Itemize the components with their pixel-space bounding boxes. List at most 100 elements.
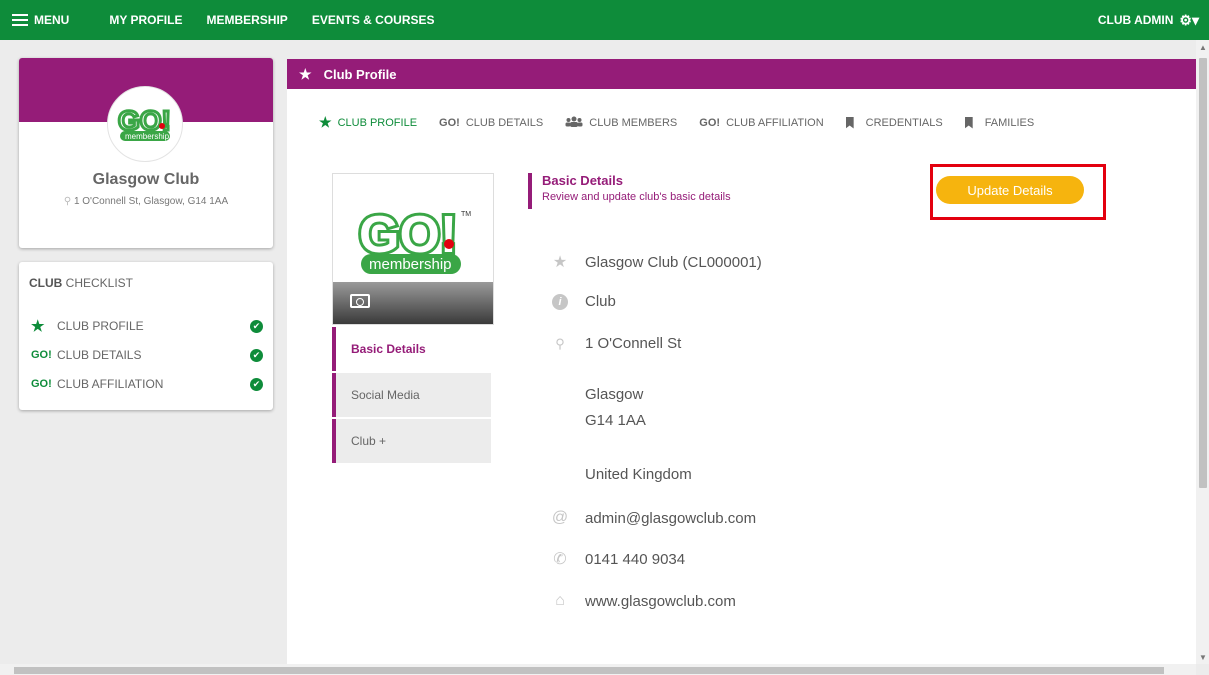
- club-logo-upload[interactable]: GO! GO! membership TM: [332, 173, 494, 325]
- detail-value: Club: [585, 293, 616, 310]
- tab-label: CREDENTIALS: [865, 116, 943, 129]
- go-membership-logo-icon: GO! membership: [117, 104, 172, 141]
- go-icon: GO!: [31, 378, 52, 390]
- checklist-title: CLUB CHECKLIST: [29, 276, 133, 290]
- checklist-item-label: CLUB DETAILS: [57, 348, 142, 362]
- update-details-button[interactable]: Update Details: [936, 176, 1084, 204]
- menu-label: MENU: [34, 13, 70, 27]
- top-nav-bar: MENU MY PROFILE MEMBERSHIP EVENTS & COUR…: [0, 0, 1209, 40]
- tab-label: CLUB DETAILS: [465, 116, 544, 129]
- detail-phone: ✆ 0141 440 9034: [535, 549, 685, 569]
- checklist-item-club-details[interactable]: GO! CLUB DETAILS ✔: [31, 345, 263, 365]
- checklist-item-label: CLUB AFFILIATION: [57, 377, 164, 391]
- star-icon: ★: [299, 65, 312, 82]
- club-address: ⚲ 1 O'Connell St, Glasgow, G14 1AA: [19, 196, 273, 207]
- bookmark-icon: [964, 116, 973, 129]
- go-icon: GO!: [31, 349, 52, 361]
- people-icon: [565, 116, 583, 130]
- location-pin-icon: ⚲: [555, 335, 565, 351]
- detail-value: Glasgow: [585, 386, 644, 403]
- star-icon: ★: [319, 114, 332, 130]
- detail-country: United Kingdom: [535, 466, 692, 483]
- check-circle-icon: ✔: [250, 377, 263, 391]
- svg-text:TM: TM: [461, 211, 471, 218]
- detail-value: 0141 440 9034: [585, 550, 686, 568]
- section-title: Basic Details: [542, 173, 623, 188]
- checklist-title-rest: CHECKLIST: [62, 276, 134, 290]
- club-checklist-card: CLUB CHECKLIST ★ CLUB PROFILE ✔ GO! CLUB…: [19, 262, 273, 410]
- tab-club-affiliation[interactable]: GO! CLUB AFFILIATION: [699, 117, 823, 129]
- detail-email: @ admin@glasgowclub.com: [535, 509, 756, 527]
- go-icon: GO!: [699, 116, 721, 129]
- hamburger-icon: [12, 14, 28, 26]
- tab-credentials[interactable]: CREDENTIALS: [845, 116, 943, 129]
- detail-value: 1 O'Connell St: [585, 335, 682, 352]
- detail-street: ⚲ 1 O'Connell St: [535, 335, 681, 352]
- location-pin-icon: ⚲: [63, 196, 72, 207]
- at-sign-icon: @: [551, 509, 569, 526]
- tab-club-details[interactable]: GO! CLUB DETAILS: [439, 117, 543, 129]
- detail-value: G14 1AA: [585, 412, 646, 429]
- club-profile-card: GO! membership Glasgow Club ⚲ 1 O'Connel…: [19, 58, 273, 248]
- checklist-item-club-affiliation[interactable]: GO! CLUB AFFILIATION ✔: [31, 374, 263, 394]
- main-panel: ★ Club Profile ★ CLUB PROFILE GO! CLUB D…: [287, 59, 1196, 675]
- checklist-title-bold: CLUB: [29, 276, 63, 290]
- profile-tabs: ★ CLUB PROFILE GO! CLUB DETAILS CLUB MEM…: [319, 114, 1056, 131]
- tab-club-members[interactable]: CLUB MEMBERS: [565, 116, 677, 130]
- vertical-scrollbar[interactable]: ▲ ▼: [1196, 40, 1209, 664]
- club-address-text: 1 O'Connell St, Glasgow, G14 1AA: [73, 196, 229, 207]
- detail-website: ⌂ www.glasgowclub.com: [535, 592, 736, 610]
- phone-icon: ✆: [553, 551, 567, 568]
- tab-club-profile[interactable]: ★ CLUB PROFILE: [319, 114, 417, 131]
- horizontal-scrollbar[interactable]: [0, 664, 1196, 675]
- tab-label: CLUB PROFILE: [337, 116, 418, 129]
- checklist-item-club-profile[interactable]: ★ CLUB PROFILE ✔: [31, 316, 263, 336]
- camera-icon[interactable]: [350, 294, 370, 308]
- tab-label: CLUB AFFILIATION: [726, 116, 824, 129]
- club-logo-small: GO! membership: [107, 86, 183, 162]
- go-membership-logo-icon: GO! GO! membership TM: [356, 206, 471, 274]
- gear-dropdown-icon: ⚙▾: [1179, 11, 1199, 28]
- horizontal-scroll-thumb[interactable]: [14, 667, 1164, 674]
- star-icon: ★: [552, 254, 568, 271]
- vertical-scroll-thumb[interactable]: [1199, 58, 1207, 488]
- club-admin-label: CLUB ADMIN: [1097, 13, 1174, 27]
- side-tab-basic-details[interactable]: Basic Details: [332, 327, 491, 371]
- club-name: Glasgow Club: [92, 171, 200, 188]
- detail-value: www.glasgowclub.com: [585, 592, 736, 610]
- nav-my-profile[interactable]: MY PROFILE: [109, 13, 182, 27]
- go-icon: GO!: [439, 116, 460, 129]
- checklist-item-label: CLUB PROFILE: [57, 319, 144, 333]
- bookmark-icon: [845, 116, 854, 129]
- scroll-down-icon[interactable]: ▼: [1199, 653, 1207, 662]
- detail-value: United Kingdom: [585, 466, 692, 483]
- detail-value: admin@glasgowclub.com: [585, 509, 757, 527]
- scroll-up-icon[interactable]: ▲: [1199, 43, 1207, 52]
- panel-header-title: Club Profile: [323, 66, 397, 82]
- check-circle-icon: ✔: [250, 319, 263, 333]
- check-circle-icon: ✔: [250, 348, 263, 362]
- detail-value: Glasgow Club (CL000001): [585, 253, 762, 271]
- panel-header: ★ Club Profile: [287, 59, 1196, 89]
- detail-club-type: i Club: [535, 293, 616, 310]
- nav-events-courses[interactable]: EVENTS & COURSES: [312, 13, 435, 27]
- section-subtitle: Review and update club's basic details: [542, 191, 731, 203]
- detail-club-name: ★ Glasgow Club (CL000001): [535, 252, 762, 272]
- tab-families[interactable]: FAMILIES: [964, 116, 1035, 129]
- side-tab-club-plus[interactable]: Club +: [332, 419, 491, 463]
- details-side-tabs: Basic Details Social Media Club +: [332, 327, 491, 465]
- svg-text:membership: membership: [369, 256, 452, 273]
- detail-postcode: G14 1AA: [535, 412, 646, 429]
- star-icon: ★: [31, 318, 45, 335]
- tab-label: CLUB MEMBERS: [589, 116, 678, 129]
- nav-membership[interactable]: MEMBERSHIP: [206, 13, 287, 27]
- basic-details-heading: Basic Details Review and update club's b…: [528, 173, 731, 209]
- menu-button[interactable]: MENU: [12, 13, 69, 27]
- svg-text:membership: membership: [125, 132, 170, 141]
- side-tab-social-media[interactable]: Social Media: [332, 373, 491, 417]
- detail-city: Glasgow: [535, 386, 643, 403]
- club-admin-menu[interactable]: CLUB ADMIN ⚙▾: [1098, 0, 1199, 40]
- tab-label: FAMILIES: [984, 116, 1035, 129]
- home-icon: ⌂: [555, 592, 565, 609]
- info-icon: i: [552, 293, 568, 310]
